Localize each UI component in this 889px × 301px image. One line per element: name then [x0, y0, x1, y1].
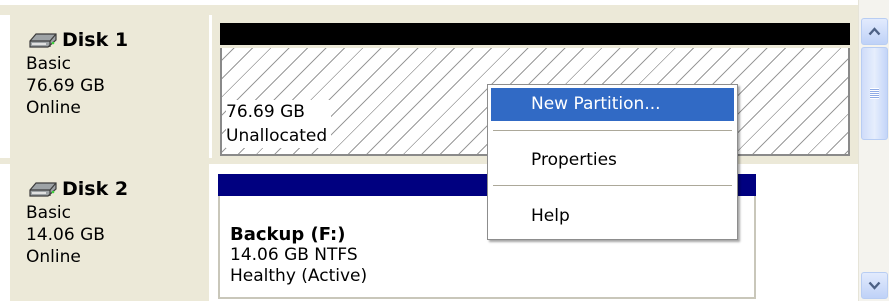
top-strip-fill	[0, 5, 858, 15]
disk-1-type: Basic	[26, 54, 72, 74]
disk-2-size: 14.06 GB	[26, 225, 105, 245]
menu-item-new-partition[interactable]: New Partition...	[491, 88, 734, 121]
top-strip	[0, 0, 858, 15]
unallocated-text: 76.69 GB Unallocated	[226, 100, 332, 148]
scroll-up-button[interactable]	[861, 18, 888, 45]
disk-drive-icon	[29, 182, 57, 197]
backup-volume-text: Backup (F:) 14.06 GB NTFS Healthy (Activ…	[230, 224, 367, 287]
disk-2-status: Online	[26, 247, 81, 267]
backup-volume-status: Healthy (Active)	[230, 266, 368, 286]
menu-item-properties[interactable]: Properties	[491, 144, 734, 177]
menu-item-help[interactable]: Help	[491, 200, 734, 233]
unallocated-header-bar	[220, 23, 850, 45]
disk-drive-icon	[29, 33, 57, 48]
scroll-down-button[interactable]	[861, 272, 888, 299]
empty-disk-area	[760, 164, 858, 301]
backup-volume-name: Backup (F:)	[230, 224, 346, 245]
unallocated-size: 76.69 GB	[226, 102, 305, 122]
scroll-down-arrow-icon	[868, 281, 881, 290]
disk-2-title: Disk 2	[26, 176, 209, 202]
menu-separator	[493, 185, 732, 186]
scroll-thumb-grip-icon	[870, 88, 879, 99]
scroll-thumb[interactable]	[861, 47, 888, 140]
menu-separator	[493, 130, 732, 131]
disk-1-status: Online	[26, 98, 81, 118]
unallocated-status: Unallocated	[226, 126, 328, 146]
context-menu: New Partition... Properties Help	[487, 84, 738, 240]
disk-2-type: Basic	[26, 203, 72, 223]
disk-1-size: 76.69 GB	[26, 76, 105, 96]
disk-2-name: Disk 2	[62, 178, 129, 200]
scroll-up-arrow-icon	[868, 27, 881, 36]
backup-volume-detail: 14.06 GB NTFS	[230, 245, 358, 265]
disk-1-title: Disk 1	[26, 27, 209, 53]
disk-1-label[interactable]: Disk 1 Basic 76.69 GB Online	[10, 15, 210, 164]
disk-2-label[interactable]: Disk 2 Basic 14.06 GB Online	[10, 164, 210, 301]
vertical-scrollbar[interactable]	[858, 0, 889, 301]
disk-1-name: Disk 1	[62, 29, 129, 51]
